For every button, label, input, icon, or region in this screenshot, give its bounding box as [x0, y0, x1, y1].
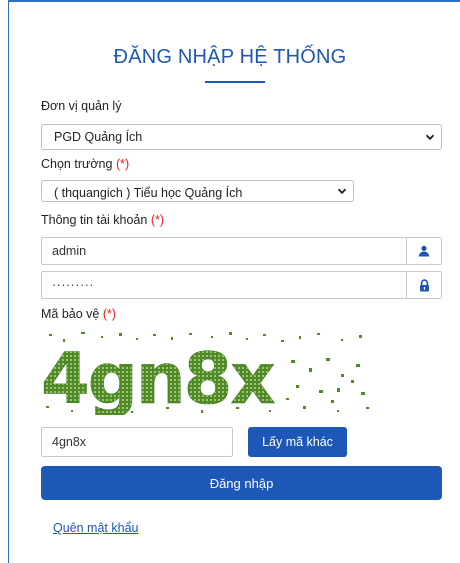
password-value: ········· [52, 278, 94, 292]
unit-select[interactable]: PGD Quảng Ích [41, 124, 442, 150]
chevron-down-icon [425, 134, 435, 141]
school-label: Chọn trường (*) [41, 157, 130, 171]
unit-select-value: PGD Quảng Ích [54, 130, 143, 144]
forgot-password-link[interactable]: Quên mật khẩu [53, 521, 138, 535]
school-select-value: ( thquangich ) Tiểu học Quảng Ích [54, 186, 243, 200]
username-field[interactable]: admin [41, 237, 442, 265]
page-title: ĐĂNG NHẬP HỆ THỐNG [113, 46, 347, 68]
title-underline [205, 81, 265, 83]
captcha-image: 4gn8x [41, 332, 369, 415]
account-label: Thông tin tài khoản (*) [41, 213, 165, 227]
lock-icon [406, 272, 441, 298]
user-icon [406, 238, 441, 264]
chevron-down-icon [337, 186, 347, 196]
username-value: admin [52, 244, 87, 258]
login-button[interactable]: Đăng nhập [41, 466, 442, 500]
captcha-label: Mã bảo vệ (*) [41, 307, 117, 321]
captcha-text: 4gn8x [41, 338, 275, 415]
unit-label: Đơn vị quản lý [41, 99, 122, 113]
password-field[interactable]: ········· [41, 271, 442, 299]
captcha-input[interactable]: 4gn8x [41, 427, 233, 457]
refresh-captcha-button[interactable]: Lấy mã khác [248, 427, 347, 457]
school-select[interactable]: ( thquangich ) Tiểu học Quảng Ích [41, 180, 354, 202]
